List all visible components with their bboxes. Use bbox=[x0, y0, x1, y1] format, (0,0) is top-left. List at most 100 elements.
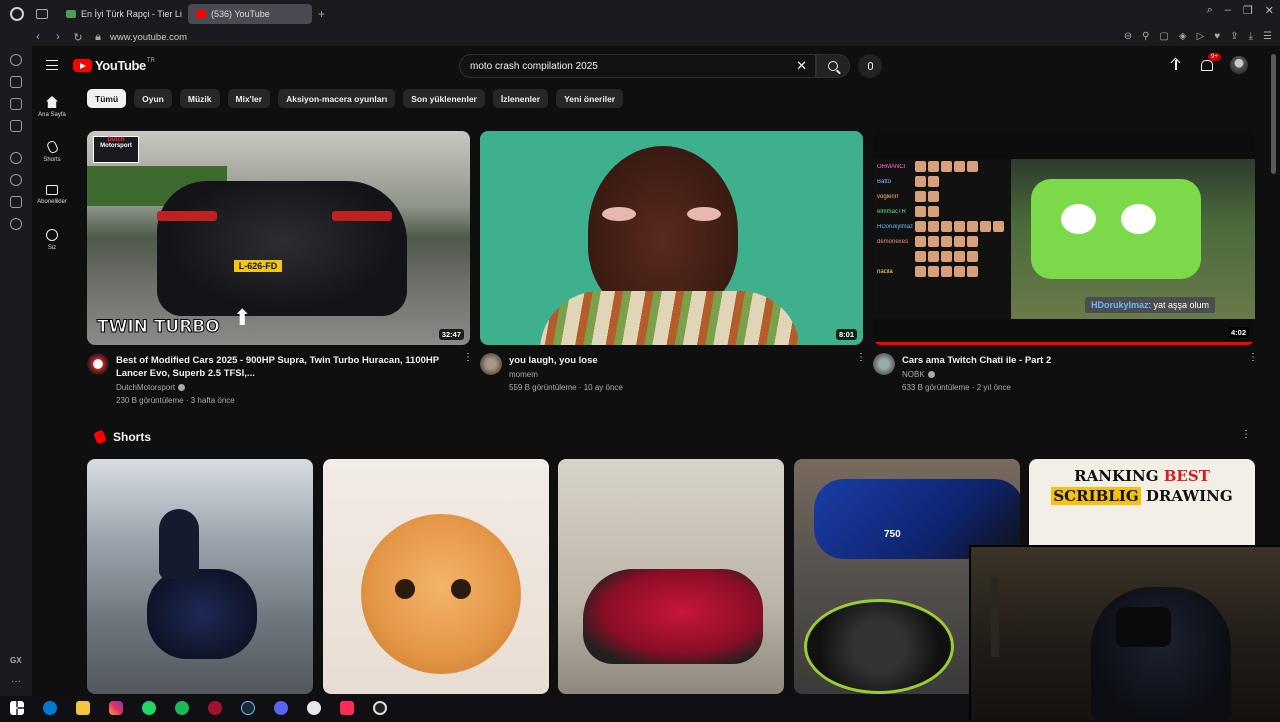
account-avatar[interactable] bbox=[1230, 56, 1248, 74]
more-actions-icon[interactable]: ⋮ bbox=[856, 353, 866, 363]
browser-tab-bar: En İyi Türk Rapçi - Tier Lis (536) YouTu… bbox=[0, 0, 1280, 28]
tab-youtube[interactable]: (536) YouTube bbox=[188, 4, 312, 24]
you-icon bbox=[46, 229, 58, 241]
history-icon[interactable] bbox=[10, 174, 22, 186]
clear-search-icon[interactable]: ✕ bbox=[796, 58, 807, 74]
scrollbar-thumb[interactable] bbox=[1271, 54, 1276, 174]
restore-button[interactable]: ❐ bbox=[1243, 4, 1253, 17]
page-scrollbar[interactable] bbox=[1268, 46, 1280, 545]
gx-cleaner-icon[interactable] bbox=[10, 76, 22, 88]
youtube-favicon-icon bbox=[196, 10, 206, 18]
pin-icon[interactable]: ⚲ bbox=[1142, 31, 1149, 42]
channel-name[interactable]: NOBK bbox=[902, 370, 935, 379]
vpn-icon[interactable]: ◈ bbox=[1179, 31, 1187, 42]
tab-overview-icon[interactable] bbox=[36, 9, 48, 19]
video-title[interactable]: Cars ama Twitch Chati ile - Part 2 bbox=[902, 354, 1232, 367]
snapshot-icon[interactable]: ▢ bbox=[1159, 31, 1168, 42]
file-explorer-icon[interactable] bbox=[76, 701, 90, 715]
whatsapp-icon[interactable] bbox=[142, 701, 156, 715]
search-input[interactable] bbox=[470, 60, 750, 72]
shorts-shelf-header: Shorts bbox=[93, 429, 152, 445]
instagram-icon[interactable] bbox=[109, 701, 123, 715]
back-button[interactable]: ‹ bbox=[32, 31, 44, 43]
steam-icon[interactable] bbox=[241, 701, 255, 715]
zoom-icon[interactable]: ⊖ bbox=[1124, 31, 1132, 42]
extensions-icon[interactable] bbox=[10, 196, 22, 208]
shorts-more-icon[interactable]: ⋮ bbox=[1241, 430, 1251, 440]
chip-new-to-you[interactable]: Yeni öneriler bbox=[556, 89, 624, 108]
opera-logo-icon[interactable] bbox=[10, 7, 24, 21]
more-icon[interactable]: ··· bbox=[11, 676, 21, 687]
settings-icon[interactable]: ☰ bbox=[1263, 31, 1272, 42]
short-motorcycle-garage[interactable] bbox=[87, 459, 313, 694]
tail-light-right bbox=[332, 211, 392, 221]
channel-name[interactable]: momem bbox=[509, 370, 538, 379]
shorts-title: Shorts bbox=[113, 430, 152, 444]
nav-home[interactable]: Ana Sayfa bbox=[32, 96, 72, 118]
search-tabs-icon[interactable]: ⌕ bbox=[1207, 4, 1213, 17]
new-tab-button[interactable]: + bbox=[318, 7, 325, 21]
channel-avatar[interactable] bbox=[480, 353, 502, 375]
video-thumbnail-1[interactable]: L-626-FD Dutch Motorsport TWIN TURBO ⬆ 3… bbox=[87, 131, 470, 345]
chat-username: voglenrr bbox=[877, 193, 899, 200]
nav-you[interactable]: Siz bbox=[32, 229, 72, 251]
video-thumbnail-3[interactable]: ORMANCI Batto voglenrr elmmacTR HDorukyl… bbox=[873, 131, 1255, 345]
voice-search-button[interactable] bbox=[858, 54, 882, 78]
close-window-button[interactable]: ✕ bbox=[1265, 4, 1274, 17]
video-thumbnail-2[interactable]: 8:01 bbox=[480, 131, 863, 345]
tab-label: En İyi Türk Rapçi - Tier Lis bbox=[81, 9, 182, 19]
tiktok-icon[interactable] bbox=[340, 701, 354, 715]
edge-icon[interactable] bbox=[43, 701, 57, 715]
search-button[interactable] bbox=[816, 54, 850, 78]
minimize-button[interactable]: – bbox=[1225, 4, 1231, 17]
nav-subscriptions[interactable]: Abonelikler bbox=[32, 185, 72, 205]
channel-avatar[interactable] bbox=[873, 353, 895, 375]
sidebar-settings-icon[interactable] bbox=[10, 218, 22, 230]
nav-shorts[interactable]: Shorts bbox=[32, 139, 72, 163]
ranking-title-line-2: SCRIBLIG DRAWING bbox=[1029, 487, 1255, 505]
arrow-icon: ⬆ bbox=[233, 305, 252, 330]
spotify-icon[interactable] bbox=[175, 701, 189, 715]
easy-files-icon[interactable]: ⇪ bbox=[1230, 31, 1238, 42]
more-actions-icon[interactable]: ⋮ bbox=[463, 353, 473, 363]
chip-music[interactable]: Müzik bbox=[179, 89, 220, 108]
tab-tier-list[interactable]: En İyi Türk Rapçi - Tier Lis bbox=[58, 4, 182, 24]
shorts-logo-icon bbox=[93, 429, 107, 445]
download-icon[interactable]: ⤓ bbox=[1249, 31, 1253, 42]
channel-name[interactable]: DutchMotorsport bbox=[116, 383, 186, 392]
channel-avatar[interactable] bbox=[87, 353, 109, 375]
gx-control-icon[interactable] bbox=[10, 54, 22, 66]
obs-icon[interactable] bbox=[307, 701, 321, 715]
reload-button[interactable]: ↻ bbox=[72, 31, 84, 44]
forward-button[interactable]: › bbox=[52, 31, 64, 43]
chip-all[interactable]: Tümü bbox=[87, 89, 127, 108]
notifications-bell-icon[interactable]: 9+ bbox=[1200, 53, 1221, 71]
messenger-icon[interactable] bbox=[10, 120, 22, 132]
more-actions-icon[interactable]: ⋮ bbox=[1248, 353, 1258, 363]
discord-icon[interactable] bbox=[274, 701, 288, 715]
menu-icon[interactable] bbox=[46, 60, 58, 70]
url-field[interactable]: www.youtube.com bbox=[110, 32, 187, 43]
video-title[interactable]: Best of Modified Cars 2025 - 900HP Supra… bbox=[116, 354, 446, 380]
twitch-icon[interactable] bbox=[10, 98, 22, 110]
chip-mixes[interactable]: Mix'ler bbox=[227, 89, 271, 108]
chat-username: elmmacTR bbox=[877, 208, 907, 215]
chat-username: Batto bbox=[877, 178, 892, 185]
chip-recently-uploaded[interactable]: Son yüklenenler bbox=[403, 89, 485, 108]
video-title[interactable]: you laugh, you lose bbox=[509, 354, 839, 367]
player-sidebar-icon[interactable] bbox=[10, 152, 22, 164]
short-red-honda[interactable] bbox=[558, 459, 784, 694]
opera-gx-taskbar-icon[interactable] bbox=[208, 701, 222, 715]
player-icon[interactable]: ▷ bbox=[1197, 31, 1205, 42]
bookmark-heart-icon[interactable]: ♥ bbox=[1214, 31, 1220, 42]
windows-start-icon[interactable] bbox=[10, 701, 24, 715]
short-kitten[interactable] bbox=[323, 459, 549, 694]
chip-gaming[interactable]: Oyun bbox=[134, 89, 172, 108]
chip-action-adventure[interactable]: Aksiyon-macera oyunları bbox=[278, 89, 396, 108]
upload-icon[interactable] bbox=[1170, 58, 1182, 72]
ranking-title-line-1: RANKING BEST bbox=[1029, 467, 1255, 485]
youtube-logo[interactable]: YouTube TR bbox=[73, 58, 155, 73]
chip-watched[interactable]: İzlenenler bbox=[492, 89, 549, 108]
subscriptions-icon bbox=[46, 185, 58, 195]
app-icon[interactable] bbox=[373, 701, 387, 715]
